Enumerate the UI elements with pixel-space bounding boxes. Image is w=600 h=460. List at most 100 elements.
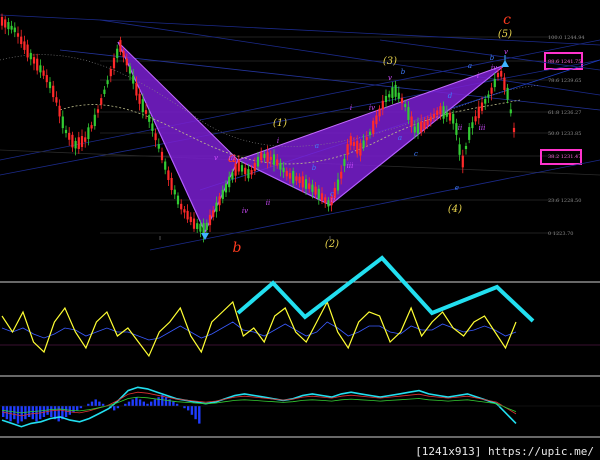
price-tick-label: 38.2 1231.47 [548, 154, 581, 160]
candle-body [205, 222, 208, 230]
candle-body [4, 19, 7, 28]
candle-body [432, 113, 436, 119]
candle-body [400, 97, 404, 104]
candle-body [13, 27, 16, 33]
histogram-bar [164, 397, 168, 406]
candle-body [266, 152, 269, 163]
candle-body [260, 152, 263, 161]
candle-body [77, 137, 80, 149]
candle-body [84, 137, 87, 142]
candle-body [224, 183, 228, 193]
price-tick-label: 0 1223.70 [548, 231, 573, 237]
wave-label-minor: v [388, 74, 392, 82]
histogram-bar [2, 406, 5, 417]
candle-body [189, 216, 192, 223]
wave-label-minor: ii [458, 124, 462, 132]
histogram-bar [135, 397, 138, 406]
histogram-bar [90, 401, 94, 406]
candle-body [314, 186, 317, 195]
candle-body [96, 109, 100, 113]
histogram-bar [153, 399, 157, 406]
histogram-bar [98, 401, 101, 406]
candle-body [186, 210, 189, 220]
candle-body [304, 179, 308, 189]
candle-body [138, 93, 141, 104]
candle-body [116, 48, 119, 59]
candle-body [356, 140, 359, 154]
candle-body [106, 80, 109, 85]
candle-body [346, 144, 349, 156]
wave-label-minor: iii [347, 162, 354, 170]
candle-body [196, 223, 199, 229]
candle-body [68, 132, 71, 140]
candle-body [362, 140, 365, 148]
candle-body [154, 133, 157, 141]
wave-label-4: (4) [448, 204, 462, 215]
candle-body [327, 200, 330, 207]
candle-body [503, 77, 506, 90]
candle-body [192, 218, 196, 229]
candle-body [500, 70, 503, 77]
candle-body [100, 98, 103, 105]
candle-body [20, 36, 23, 45]
candle-body [128, 66, 132, 74]
candle-body [36, 58, 39, 71]
histogram-bar [13, 406, 16, 420]
candle-body [506, 87, 509, 100]
wave-label-c: c [503, 12, 511, 28]
candle-body [183, 209, 186, 213]
wave-label-minor: iii [229, 154, 236, 162]
histogram-bar [183, 406, 186, 409]
candle-body [160, 151, 164, 161]
candle-body [39, 65, 42, 73]
candle-body [263, 153, 266, 158]
price-tick-label: 50.0 1233.85 [548, 131, 581, 137]
wave-label-5: (5) [498, 29, 512, 40]
histogram-line [1, 386, 517, 428]
wave-label-minor: iv [369, 104, 375, 112]
trend-channel-line [99, 19, 600, 96]
candle-body [48, 81, 52, 89]
candle-body [170, 177, 173, 191]
candle-body [228, 176, 231, 188]
candle-body [468, 127, 471, 140]
candle-body [439, 106, 442, 115]
candle-body [109, 69, 112, 77]
candle-body [272, 154, 276, 165]
candle-body [144, 110, 148, 114]
candle-body [436, 110, 439, 116]
candle-body [324, 197, 327, 204]
wave-label-abc: a [398, 134, 402, 142]
watermark-text: [1241x913] https://upic.me/ [413, 445, 596, 458]
wave-label-minor: iv [242, 207, 248, 215]
candle-body [16, 33, 20, 37]
candle-body [442, 106, 445, 119]
histogram-bar [190, 406, 194, 415]
histogram-bar [157, 397, 160, 406]
wave-label-abc: d [448, 92, 453, 100]
candle-body [464, 145, 468, 150]
candle-body [164, 161, 167, 170]
candle-body [298, 176, 301, 183]
candle-body [90, 125, 93, 129]
candle-body [445, 112, 448, 117]
histogram-bar [142, 401, 145, 406]
histogram-bar [72, 406, 75, 413]
candle-body [52, 85, 55, 98]
candle-body [388, 94, 391, 98]
candle-body [352, 142, 356, 146]
candle-body [391, 87, 394, 98]
histogram-bar [127, 401, 131, 406]
candle-body [212, 210, 215, 217]
wave-label-abc: b [401, 68, 406, 76]
candle-body [253, 162, 256, 172]
candle-body [132, 75, 135, 84]
histogram-bar [138, 399, 142, 406]
candle-body [317, 188, 320, 199]
candle-body [420, 121, 423, 133]
candle-body [23, 41, 26, 50]
candle-body [61, 116, 64, 129]
candle-body [452, 114, 455, 124]
histogram-bar [42, 406, 46, 417]
candle-body [292, 170, 295, 184]
